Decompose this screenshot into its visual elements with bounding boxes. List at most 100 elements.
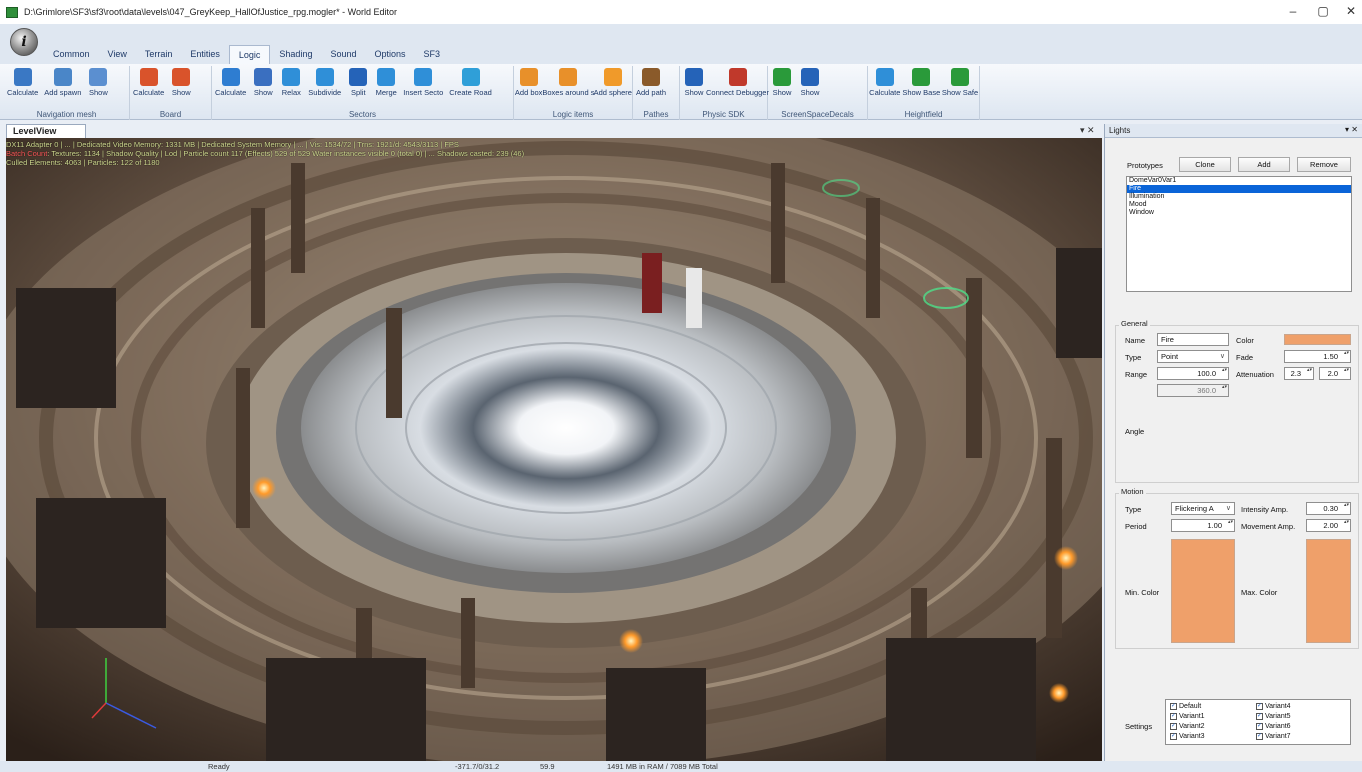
status-text: Ready (208, 762, 230, 771)
show-button[interactable]: Show (796, 66, 824, 108)
attenuation-a-spinner[interactable]: 2.3 (1284, 367, 1314, 380)
angle-spinner: 360.0 (1157, 384, 1229, 397)
show-button[interactable]: Show (249, 66, 277, 108)
show-button[interactable]: Show (680, 66, 708, 108)
attenuation-b-spinner[interactable]: 2.0 (1319, 367, 1351, 380)
tab-shading[interactable]: Shading (270, 45, 321, 64)
heightfield-icon (875, 68, 894, 86)
ribbon-button-label: Show Base (902, 88, 941, 97)
sector-calc-icon (221, 68, 240, 86)
ribbon-group-label: ScreenSpaceDecals (781, 110, 854, 119)
relax-button[interactable]: Relax (277, 66, 305, 108)
ribbon-group-physic-sdk: Show Connect Debugger Physic SDK (680, 66, 769, 120)
type-select[interactable]: Point (1157, 350, 1229, 363)
split-button[interactable]: Split (344, 66, 372, 108)
motion-type-select[interactable]: Flickering A (1171, 502, 1235, 515)
prototype-item[interactable]: Illumination (1127, 193, 1351, 201)
tab-sound[interactable]: Sound (321, 45, 365, 64)
movement-amp-label: Movement Amp. (1241, 522, 1296, 531)
fps-readout: 59.9 (540, 762, 555, 771)
variant-checkbox[interactable]: ✓ Variant6 (1256, 722, 1291, 730)
remove-button[interactable]: Remove (1297, 157, 1351, 172)
variant-label: Variant1 (1179, 712, 1205, 720)
variant-checkbox[interactable]: ✓ Variant2 (1170, 722, 1205, 730)
prototype-item[interactable]: DomeVar0Var1 (1127, 177, 1351, 185)
insert-secto-button[interactable]: Insert Secto (400, 66, 446, 108)
intensity-amp-spinner[interactable]: 0.30 (1306, 502, 1351, 515)
prototypes-list[interactable]: DomeVar0Var1 Fire Illumination Mood Window (1126, 176, 1352, 292)
variant-label: Variant4 (1265, 702, 1291, 710)
name-label: Name (1125, 336, 1146, 345)
variant-label: Default (1179, 702, 1202, 710)
close-button[interactable]: ✕ (1336, 4, 1362, 18)
add-path-button[interactable]: Add path (633, 66, 669, 108)
ribbon-group-heightfield: Calculate Show Base Show Safe Heightfield (868, 66, 980, 120)
lights-panel: Lights ▾ ✕ Prototypes Clone Add Remove D… (1104, 124, 1362, 761)
prototype-item[interactable]: Mood (1127, 201, 1351, 209)
tab-common[interactable]: Common (44, 45, 99, 64)
maximize-button[interactable]: ▢ (1308, 4, 1338, 18)
variant-checkbox[interactable]: ✓ Variant3 (1170, 732, 1205, 740)
prototype-item[interactable]: Window (1127, 209, 1351, 217)
min-color-swatch[interactable] (1171, 539, 1235, 643)
lights-panel-pin-button[interactable]: ▾ ✕ (1345, 125, 1358, 134)
tab-options[interactable]: Options (365, 45, 414, 64)
tab-logic[interactable]: Logic (228, 45, 271, 64)
calculate-button[interactable]: Calculate (130, 66, 167, 108)
general-legend: General (1119, 319, 1150, 328)
app-icon (6, 6, 18, 18)
range-spinner[interactable]: 100.0 (1157, 367, 1229, 380)
show-safe-button[interactable]: Show Safe (941, 66, 979, 108)
show-button[interactable]: Show (768, 66, 796, 108)
period-spinner[interactable]: 1.00 (1171, 519, 1235, 532)
ribbon-group-board: Calculate Show Board (130, 66, 212, 120)
variant-checkbox[interactable]: ✓ Default (1170, 702, 1201, 710)
show-button[interactable]: Show (167, 66, 195, 108)
create-road-button[interactable]: Create Road (446, 66, 495, 108)
show-button[interactable]: Show (84, 66, 112, 108)
grid-icon (89, 68, 108, 86)
name-input[interactable]: Fire (1157, 333, 1229, 346)
checkbox-icon: ✓ (1170, 732, 1177, 740)
ribbon-group-screenspacedecals: Show Show ScreenSpaceDecals (768, 66, 868, 120)
variant-checkbox[interactable]: ✓ Variant7 (1256, 732, 1291, 740)
tab-terrain[interactable]: Terrain (136, 45, 182, 64)
calculate-button[interactable]: Calculate (212, 66, 249, 108)
connect-debugger-button[interactable]: Connect Debugger (706, 66, 769, 108)
ribbon-button-label: Add box (514, 88, 543, 97)
fade-spinner[interactable]: 1.50 (1284, 350, 1351, 363)
range-label: Range (1125, 370, 1148, 379)
tab-view[interactable]: View (99, 45, 136, 64)
checkbox-icon: ✓ (1256, 712, 1263, 720)
variant-checkbox[interactable]: ✓ Variant1 (1170, 712, 1205, 720)
max-color-swatch[interactable] (1306, 539, 1351, 643)
variant-checkbox[interactable]: ✓ Variant5 (1256, 712, 1291, 720)
add-box-button[interactable]: Add box (514, 66, 543, 108)
subdivide-icon (315, 68, 334, 86)
calculate-button[interactable]: Calculate (4, 66, 41, 108)
calculator-icon (13, 68, 32, 86)
type-label: Type (1125, 353, 1142, 362)
subdivide-button[interactable]: Subdivide (305, 66, 344, 108)
clone-button[interactable]: Clone (1179, 157, 1231, 172)
tab-entities[interactable]: Entities (181, 45, 229, 64)
add-button[interactable]: Add (1238, 157, 1290, 172)
merge-button[interactable]: Merge (372, 66, 400, 108)
calculate-button[interactable]: Calculate (868, 66, 902, 108)
tab-levelview[interactable]: LevelView (6, 124, 86, 138)
level-viewport[interactable] (6, 138, 1102, 761)
levelview-close-button[interactable]: ▾ ✕ (1080, 125, 1095, 136)
prototype-item[interactable]: Fire (1127, 185, 1351, 193)
tab-sf3[interactable]: SF3 (415, 45, 450, 64)
variant-checkbox[interactable]: ✓ Variant4 (1256, 702, 1291, 710)
boxes-around-s-button[interactable]: Boxes around s (542, 66, 594, 108)
minimize-button[interactable]: – (1278, 4, 1308, 18)
application-menu-button[interactable]: i (10, 28, 38, 56)
add-sphere-button[interactable]: Add sphere (593, 66, 632, 108)
show-base-button[interactable]: Show Base (902, 66, 941, 108)
add-spawn-button[interactable]: Add spawn (41, 66, 84, 108)
movement-amp-spinner[interactable]: 2.00 (1306, 519, 1351, 532)
ribbon-button-label: Insert Secto (403, 88, 444, 97)
color-swatch[interactable] (1284, 334, 1351, 345)
variants-checklist[interactable]: ✓ Default ✓ Variant1 ✓ Variant2 ✓ Variant3 ✓ Vari… (1165, 699, 1351, 745)
